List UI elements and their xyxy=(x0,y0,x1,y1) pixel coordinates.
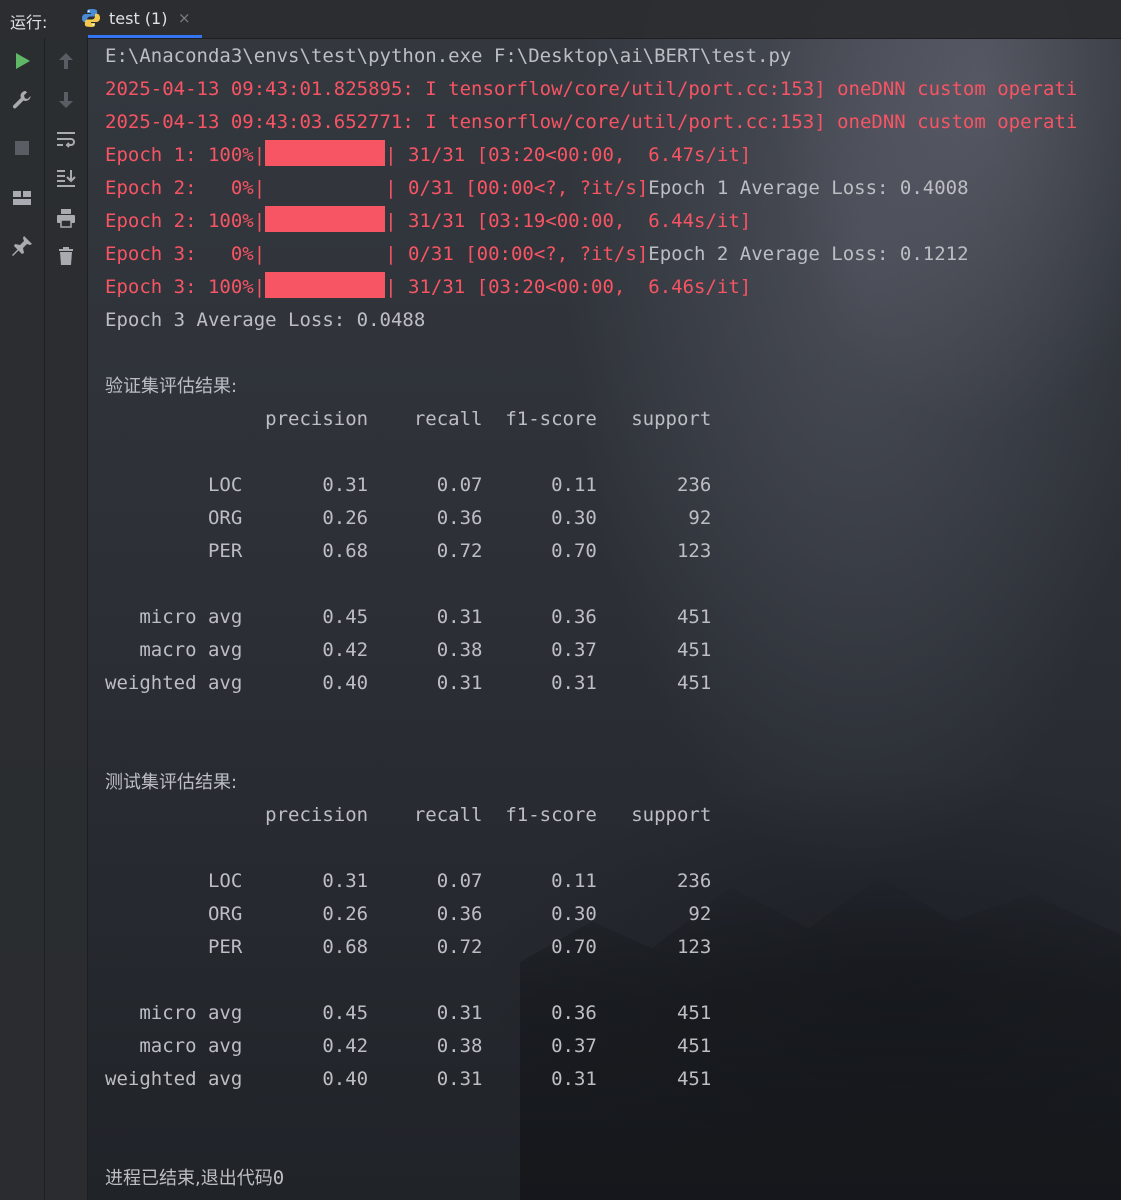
close-icon[interactable]: × xyxy=(178,9,191,27)
report-row: ORG 0.26 0.36 0.30 92 xyxy=(105,507,712,529)
report-avg-row: micro avg 0.45 0.31 0.36 451 xyxy=(105,1002,712,1024)
report-header: precision recall f1-score support xyxy=(105,804,712,826)
layout-icon[interactable] xyxy=(10,186,34,210)
run-icon[interactable] xyxy=(10,49,34,73)
progress-suffix: | 31/31 [03:19<00:00, 6.44s/it] xyxy=(385,210,752,232)
wrench-icon[interactable] xyxy=(10,88,34,112)
progress-line: Epoch 3: 0%| | 0/31 [00:00<?, ?it/s]Epoch… xyxy=(105,238,1121,271)
run-tab-bar: 运行: test (1) × xyxy=(0,0,1121,39)
soft-wrap-icon[interactable] xyxy=(54,128,78,152)
command-line: E:\Anaconda3\envs\test\python.exe F:\Des… xyxy=(105,45,792,67)
progress-prefix: Epoch 3: 0%| xyxy=(105,243,266,265)
report-avg-row: micro avg 0.45 0.31 0.36 451 xyxy=(105,606,712,628)
progress-bar xyxy=(265,140,386,166)
report-row: PER 0.68 0.72 0.70 123 xyxy=(105,540,712,562)
python-icon xyxy=(82,9,100,28)
report-row: ORG 0.26 0.36 0.30 92 xyxy=(105,903,712,925)
run-toolbar-secondary xyxy=(45,38,88,1200)
run-label: 运行: xyxy=(10,13,48,32)
progress-line: Epoch 1: 100%| | 31/31 [03:20<00:00, 6.47… xyxy=(105,139,1121,172)
report-row: PER 0.68 0.72 0.70 123 xyxy=(105,936,712,958)
scroll-to-end-icon[interactable] xyxy=(54,166,78,190)
tab-title: test (1) xyxy=(109,9,168,28)
report-header: precision recall f1-score support xyxy=(105,408,712,430)
log-line: 2025-04-13 09:43:03.652771: I tensorflow… xyxy=(105,111,1078,133)
loss-text: Epoch 1 Average Loss: 0.4008 xyxy=(648,177,969,199)
report-avg-row: weighted avg 0.40 0.31 0.31 451 xyxy=(105,672,712,694)
progress-prefix: Epoch 2: 0%| xyxy=(105,177,266,199)
progress-prefix: Epoch 3: 100%| xyxy=(105,276,266,298)
report-row: LOC 0.31 0.07 0.11 236 xyxy=(105,474,712,496)
tab-test-1[interactable]: test (1) × xyxy=(78,0,202,38)
report-avg-row: macro avg 0.42 0.38 0.37 451 xyxy=(105,1035,712,1057)
progress-line: Epoch 3: 100%| | 31/31 [03:20<00:00, 6.46… xyxy=(105,271,1121,304)
report-title-validation: 验证集评估结果: xyxy=(105,376,238,397)
loss-text: Epoch 2 Average Loss: 0.1212 xyxy=(648,243,969,265)
print-icon[interactable] xyxy=(54,206,78,230)
arrow-down-icon[interactable] xyxy=(54,88,78,112)
progress-bar xyxy=(265,173,386,199)
run-toolbar-primary xyxy=(0,38,45,1200)
progress-line: Epoch 2: 100%| | 31/31 [03:19<00:00, 6.44… xyxy=(105,205,1121,238)
active-tab-indicator xyxy=(88,35,202,38)
progress-bar xyxy=(265,206,386,232)
report-row: LOC 0.31 0.07 0.11 236 xyxy=(105,870,712,892)
console-output[interactable]: E:\Anaconda3\envs\test\python.exe F:\Des… xyxy=(105,40,1121,1200)
progress-suffix: | 31/31 [03:20<00:00, 6.47s/it] xyxy=(385,144,752,166)
progress-suffix: | 0/31 [00:00<?, ?it/s] xyxy=(385,243,649,265)
report-title-test: 测试集评估结果: xyxy=(105,772,238,793)
arrow-up-icon[interactable] xyxy=(54,49,78,73)
progress-prefix: Epoch 1: 100%| xyxy=(105,144,266,166)
progress-prefix: Epoch 2: 100%| xyxy=(105,210,266,232)
pin-icon[interactable] xyxy=(10,234,34,258)
exit-code: 0 xyxy=(272,1167,285,1189)
log-line: 2025-04-13 09:43:01.825895: I tensorflow… xyxy=(105,78,1078,100)
exit-text: 进程已结束,退出代码 xyxy=(105,1168,273,1189)
progress-bar xyxy=(265,239,386,265)
final-loss-line: Epoch 3 Average Loss: 0.0488 xyxy=(105,309,426,331)
report-avg-row: weighted avg 0.40 0.31 0.31 451 xyxy=(105,1068,712,1090)
stop-icon[interactable] xyxy=(10,136,34,160)
exit-message: 进程已结束,退出代码0 xyxy=(105,1162,1121,1195)
report-avg-row: macro avg 0.42 0.38 0.37 451 xyxy=(105,639,712,661)
progress-line: Epoch 2: 0%| | 0/31 [00:00<?, ?it/s]Epoch… xyxy=(105,172,1121,205)
trash-icon[interactable] xyxy=(54,244,78,268)
progress-suffix: | 31/31 [03:20<00:00, 6.46s/it] xyxy=(385,276,752,298)
progress-bar xyxy=(265,272,386,298)
progress-suffix: | 0/31 [00:00<?, ?it/s] xyxy=(385,177,649,199)
